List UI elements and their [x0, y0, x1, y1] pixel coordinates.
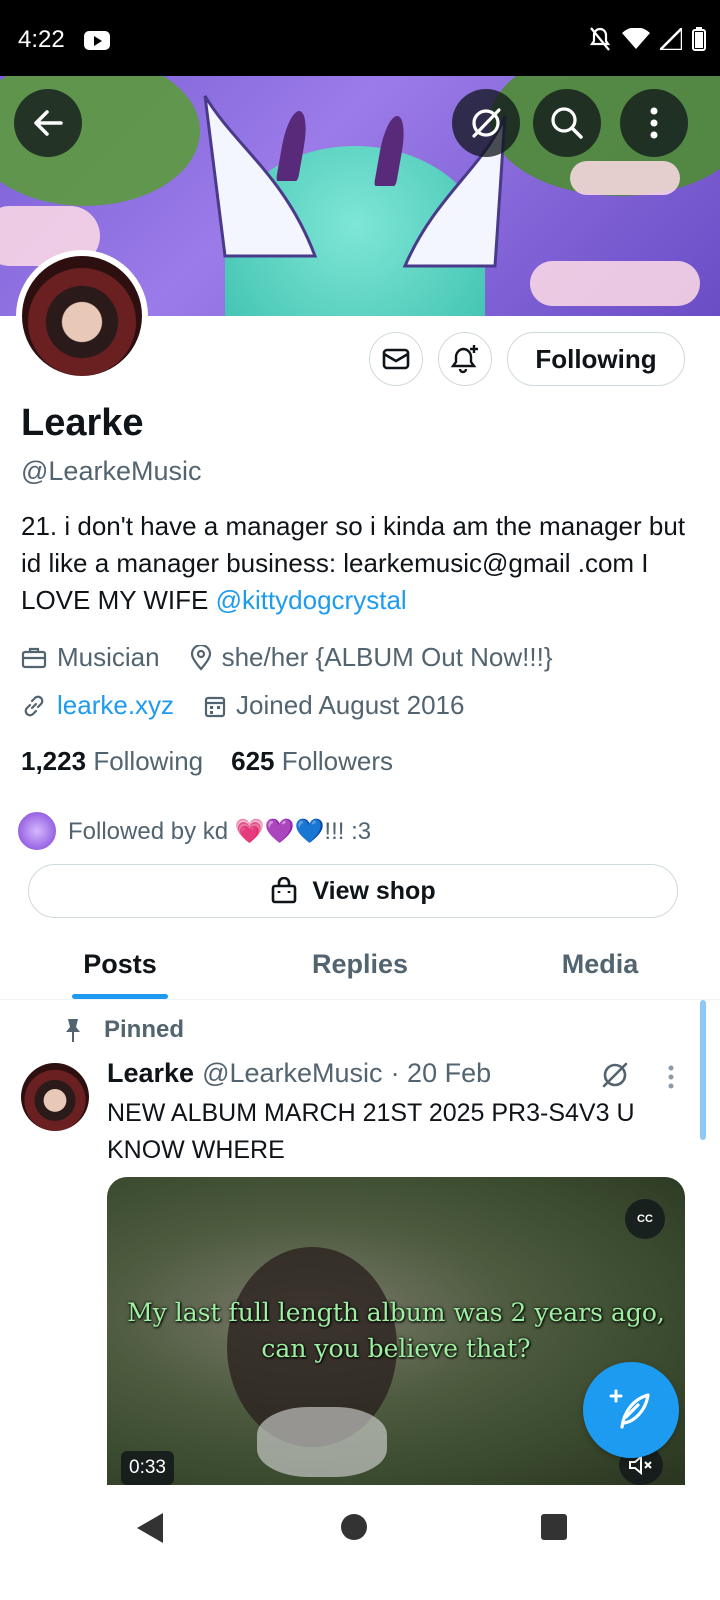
- joined-item: Joined August 2016: [204, 690, 464, 721]
- category-item: Musician: [21, 642, 160, 673]
- video-caption-line-1: My last full length album was 2 years ag…: [127, 1298, 665, 1327]
- signal-icon: [660, 28, 682, 50]
- grok-icon: [472, 108, 501, 138]
- closed-captions-button[interactable]: CC: [625, 1199, 665, 1239]
- followers-count: 625: [231, 746, 275, 776]
- link-icon: [24, 695, 44, 716]
- message-button[interactable]: [369, 332, 423, 386]
- notify-button[interactable]: [438, 332, 492, 386]
- grok-button[interactable]: [452, 89, 520, 157]
- view-shop-label: View shop: [312, 876, 436, 905]
- post-text: NEW ALBUM MARCH 21ST 2025 PR3-S4V3 U KNO…: [107, 1099, 635, 1164]
- website-item: learke.xyz: [21, 690, 174, 721]
- battery-icon: [692, 27, 706, 51]
- website-link[interactable]: learke.xyz: [57, 690, 174, 721]
- status-time: 4:22: [18, 26, 65, 53]
- nav-home-icon[interactable]: [341, 1514, 367, 1540]
- followed-by-row[interactable]: Followed by kd 💗💜💙!!! :3: [16, 810, 371, 852]
- notifications-off-icon: [589, 27, 611, 51]
- pinned-label-row: Pinned: [62, 1016, 184, 1044]
- post-author-avatar[interactable]: [21, 1063, 89, 1131]
- youtube-notification-icon: [84, 31, 110, 50]
- view-shop-button[interactable]: View shop: [28, 864, 678, 918]
- location-text: she/her {ALBUM Out Now!!!}: [221, 642, 553, 672]
- pin-icon: [66, 1019, 80, 1042]
- location-icon: [190, 644, 211, 671]
- profile-meta-row-1: Musician she/her {ALBUM Out Now!!!}: [21, 642, 573, 673]
- follow-counts: 1,223 Following 625 Followers: [21, 746, 393, 777]
- profile-meta-row-2: learke.xyz Joined August 2016: [21, 690, 484, 721]
- back-button[interactable]: [14, 89, 82, 157]
- avatar-image: [22, 256, 142, 376]
- profile-name: Learke: [21, 402, 144, 444]
- profile-handle: @LearkeMusic: [21, 456, 202, 486]
- briefcase-icon: [21, 647, 47, 668]
- video-caption-line-2: can you believe that?: [261, 1334, 531, 1363]
- video-blur-shirt: [257, 1407, 387, 1477]
- post-author-handle[interactable]: @LearkeMusic: [202, 1058, 382, 1089]
- tab-posts[interactable]: Posts: [0, 930, 240, 999]
- compose-button[interactable]: [583, 1362, 679, 1458]
- following-button[interactable]: Following: [507, 332, 685, 386]
- post-date: · 20 Feb: [390, 1058, 492, 1088]
- following-label: Following: [93, 746, 204, 776]
- profile-tabs: Posts Replies Media: [0, 930, 720, 1000]
- profile-bio: 21. i don't have a manager so i kinda am…: [21, 508, 701, 619]
- more-options-button[interactable]: [620, 89, 688, 157]
- post-header: Learke @LearkeMusic · 20 Feb: [107, 1058, 491, 1089]
- system-nav-bar: [0, 1486, 720, 1600]
- grok-post-icon[interactable]: [600, 1060, 630, 1090]
- shopping-bag-icon: [272, 877, 297, 904]
- following-count: 1,223: [21, 746, 87, 776]
- mail-icon: [382, 348, 410, 370]
- profile-avatar[interactable]: [16, 250, 148, 382]
- nav-back-icon[interactable]: [137, 1513, 163, 1543]
- bio-mention-link[interactable]: @kittydogcrystal: [216, 585, 407, 615]
- calendar-icon: [204, 696, 226, 717]
- following-count-link[interactable]: 1,223 Following: [21, 746, 203, 777]
- wifi-icon: [622, 28, 650, 49]
- pinned-text: Pinned: [104, 1016, 185, 1043]
- tab-media[interactable]: Media: [480, 930, 720, 999]
- left-ear: [203, 95, 318, 258]
- tab-replies[interactable]: Replies: [240, 930, 480, 999]
- followers-count-link[interactable]: 625 Followers: [231, 746, 393, 777]
- follower-avatar: [16, 810, 58, 852]
- search-button[interactable]: [533, 89, 601, 157]
- back-arrow-icon: [34, 110, 63, 136]
- video-duration: 0:33: [121, 1451, 174, 1485]
- scroll-indicator[interactable]: [700, 1000, 706, 1140]
- system-icons: [588, 26, 706, 52]
- location-item: she/her {ALBUM Out Now!!!}: [190, 642, 553, 673]
- more-vertical-icon: [650, 107, 658, 139]
- followers-label: Followers: [281, 746, 394, 776]
- post-author-name[interactable]: Learke: [107, 1058, 194, 1089]
- category-text: Musician: [57, 642, 160, 672]
- search-icon: [551, 107, 583, 139]
- bell-plus-icon: [450, 345, 478, 374]
- followed-by-text: Followed by kd 💗💜💙!!! :3: [68, 817, 372, 845]
- status-bar: 4:22: [0, 0, 720, 76]
- nav-recents-icon[interactable]: [541, 1514, 567, 1540]
- joined-text: Joined August 2016: [236, 690, 465, 720]
- video-caption: My last full length album was 2 years ag…: [107, 1295, 685, 1367]
- compose-icon: [609, 1389, 650, 1429]
- post-more-icon[interactable]: [666, 1064, 676, 1090]
